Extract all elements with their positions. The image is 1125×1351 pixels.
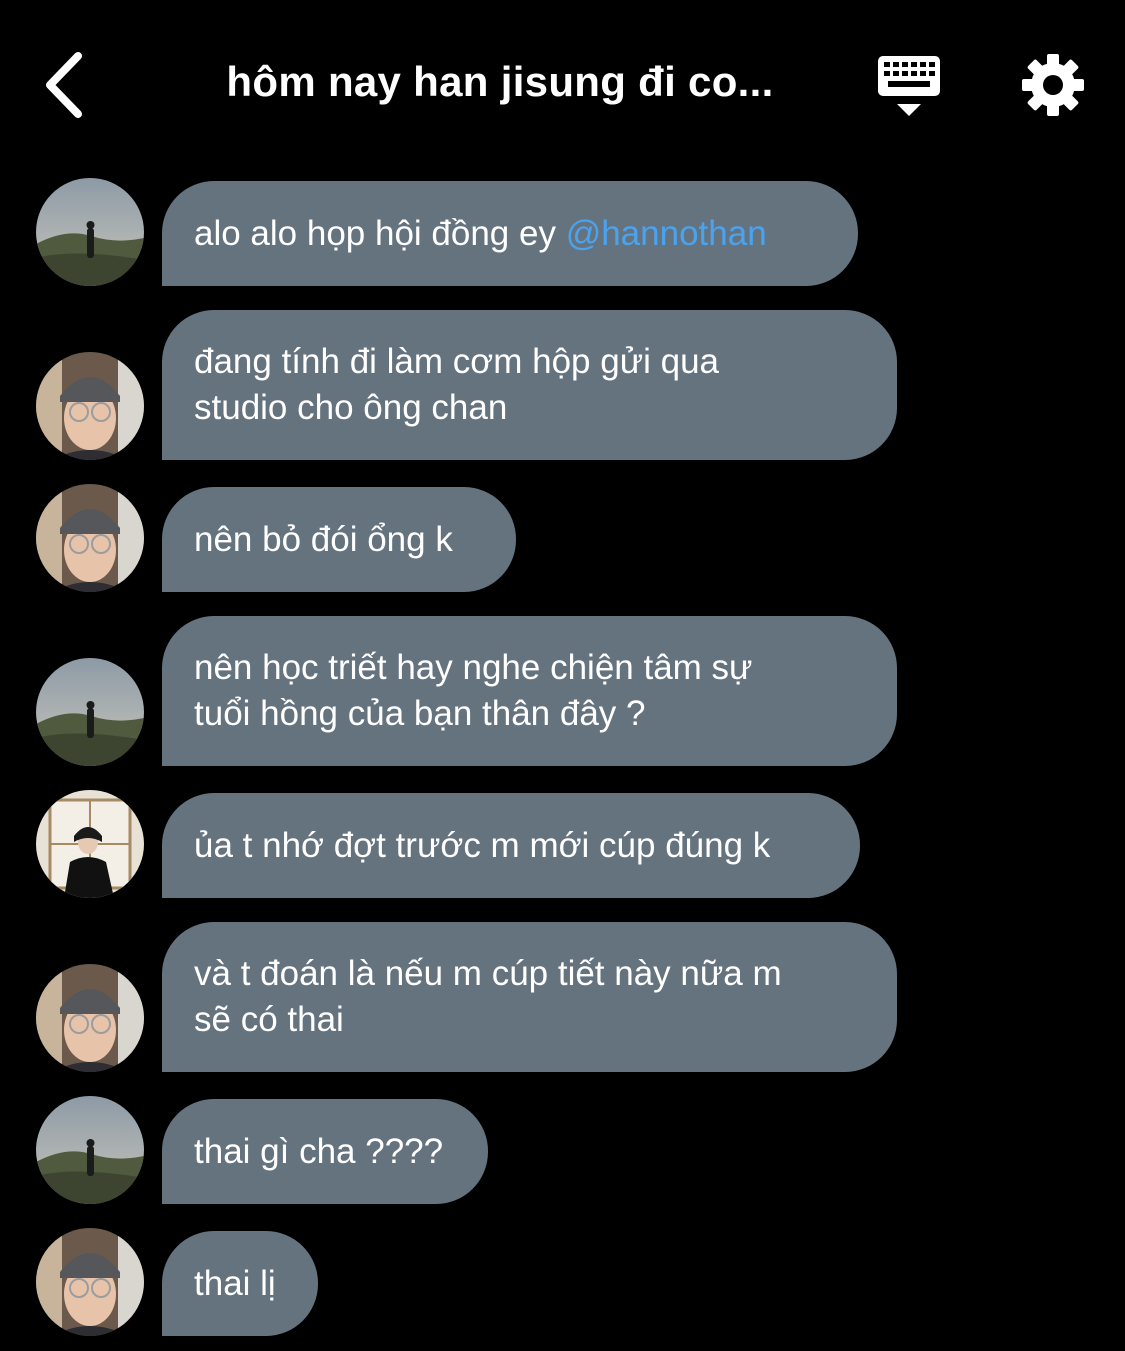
beanie-glasses-avatar-icon: [36, 964, 144, 1072]
landscape-avatar-icon: [36, 1096, 144, 1204]
avatar[interactable]: [36, 790, 144, 898]
avatar[interactable]: [36, 658, 144, 766]
landscape-avatar-icon: [36, 178, 144, 286]
message-bubble[interactable]: nên bỏ đói ổng k: [162, 487, 516, 592]
avatar[interactable]: [36, 484, 144, 592]
message-text: thai gì cha ????: [194, 1131, 444, 1171]
message-text: ủa t nhớ đợt trước m mới cúp đúng k: [194, 825, 771, 865]
avatar[interactable]: [36, 964, 144, 1072]
message-bubble[interactable]: ủa t nhớ đợt trước m mới cúp đúng k: [162, 793, 860, 898]
avatar[interactable]: [36, 178, 144, 286]
message-text: nên bỏ đói ổng k: [194, 519, 453, 559]
message-list[interactable]: alo alo họp hội đồng ey @hannothan đang …: [0, 0, 1125, 1351]
message-bubble[interactable]: đang tính đi làm cơm hộp gửi qua studio …: [162, 310, 897, 460]
message-text: và t đoán là nếu m cúp tiết này nữa m sẽ…: [194, 954, 782, 1039]
beanie-glasses-avatar-icon: [36, 484, 144, 592]
message-bubble[interactable]: và t đoán là nếu m cúp tiết này nữa m sẽ…: [162, 922, 897, 1072]
message-bubble[interactable]: alo alo họp hội đồng ey @hannothan: [162, 181, 858, 286]
message-text: nên học triết hay nghe chiện tâm sự tuổi…: [194, 648, 753, 733]
message-bubble[interactable]: nên học triết hay nghe chiện tâm sự tuổi…: [162, 616, 897, 766]
avatar[interactable]: [36, 1096, 144, 1204]
landscape-avatar-icon: [36, 658, 144, 766]
beanie-glasses-avatar-icon: [36, 1228, 144, 1336]
message-text-content: alo alo họp hội đồng ey: [194, 213, 566, 253]
avatar[interactable]: [36, 352, 144, 460]
message-bubble[interactable]: thai lị: [162, 1231, 318, 1336]
beanie-glasses-avatar-icon: [36, 352, 144, 460]
message-text: đang tính đi làm cơm hộp gửi qua studio …: [194, 342, 720, 427]
window-portrait-avatar-icon: [36, 790, 144, 898]
message-text: thai lị: [194, 1263, 276, 1303]
message-text: alo alo họp hội đồng ey @hannothan: [194, 211, 767, 257]
mention-link[interactable]: @hannothan: [566, 214, 767, 253]
message-bubble[interactable]: thai gì cha ????: [162, 1099, 488, 1204]
avatar[interactable]: [36, 1228, 144, 1336]
